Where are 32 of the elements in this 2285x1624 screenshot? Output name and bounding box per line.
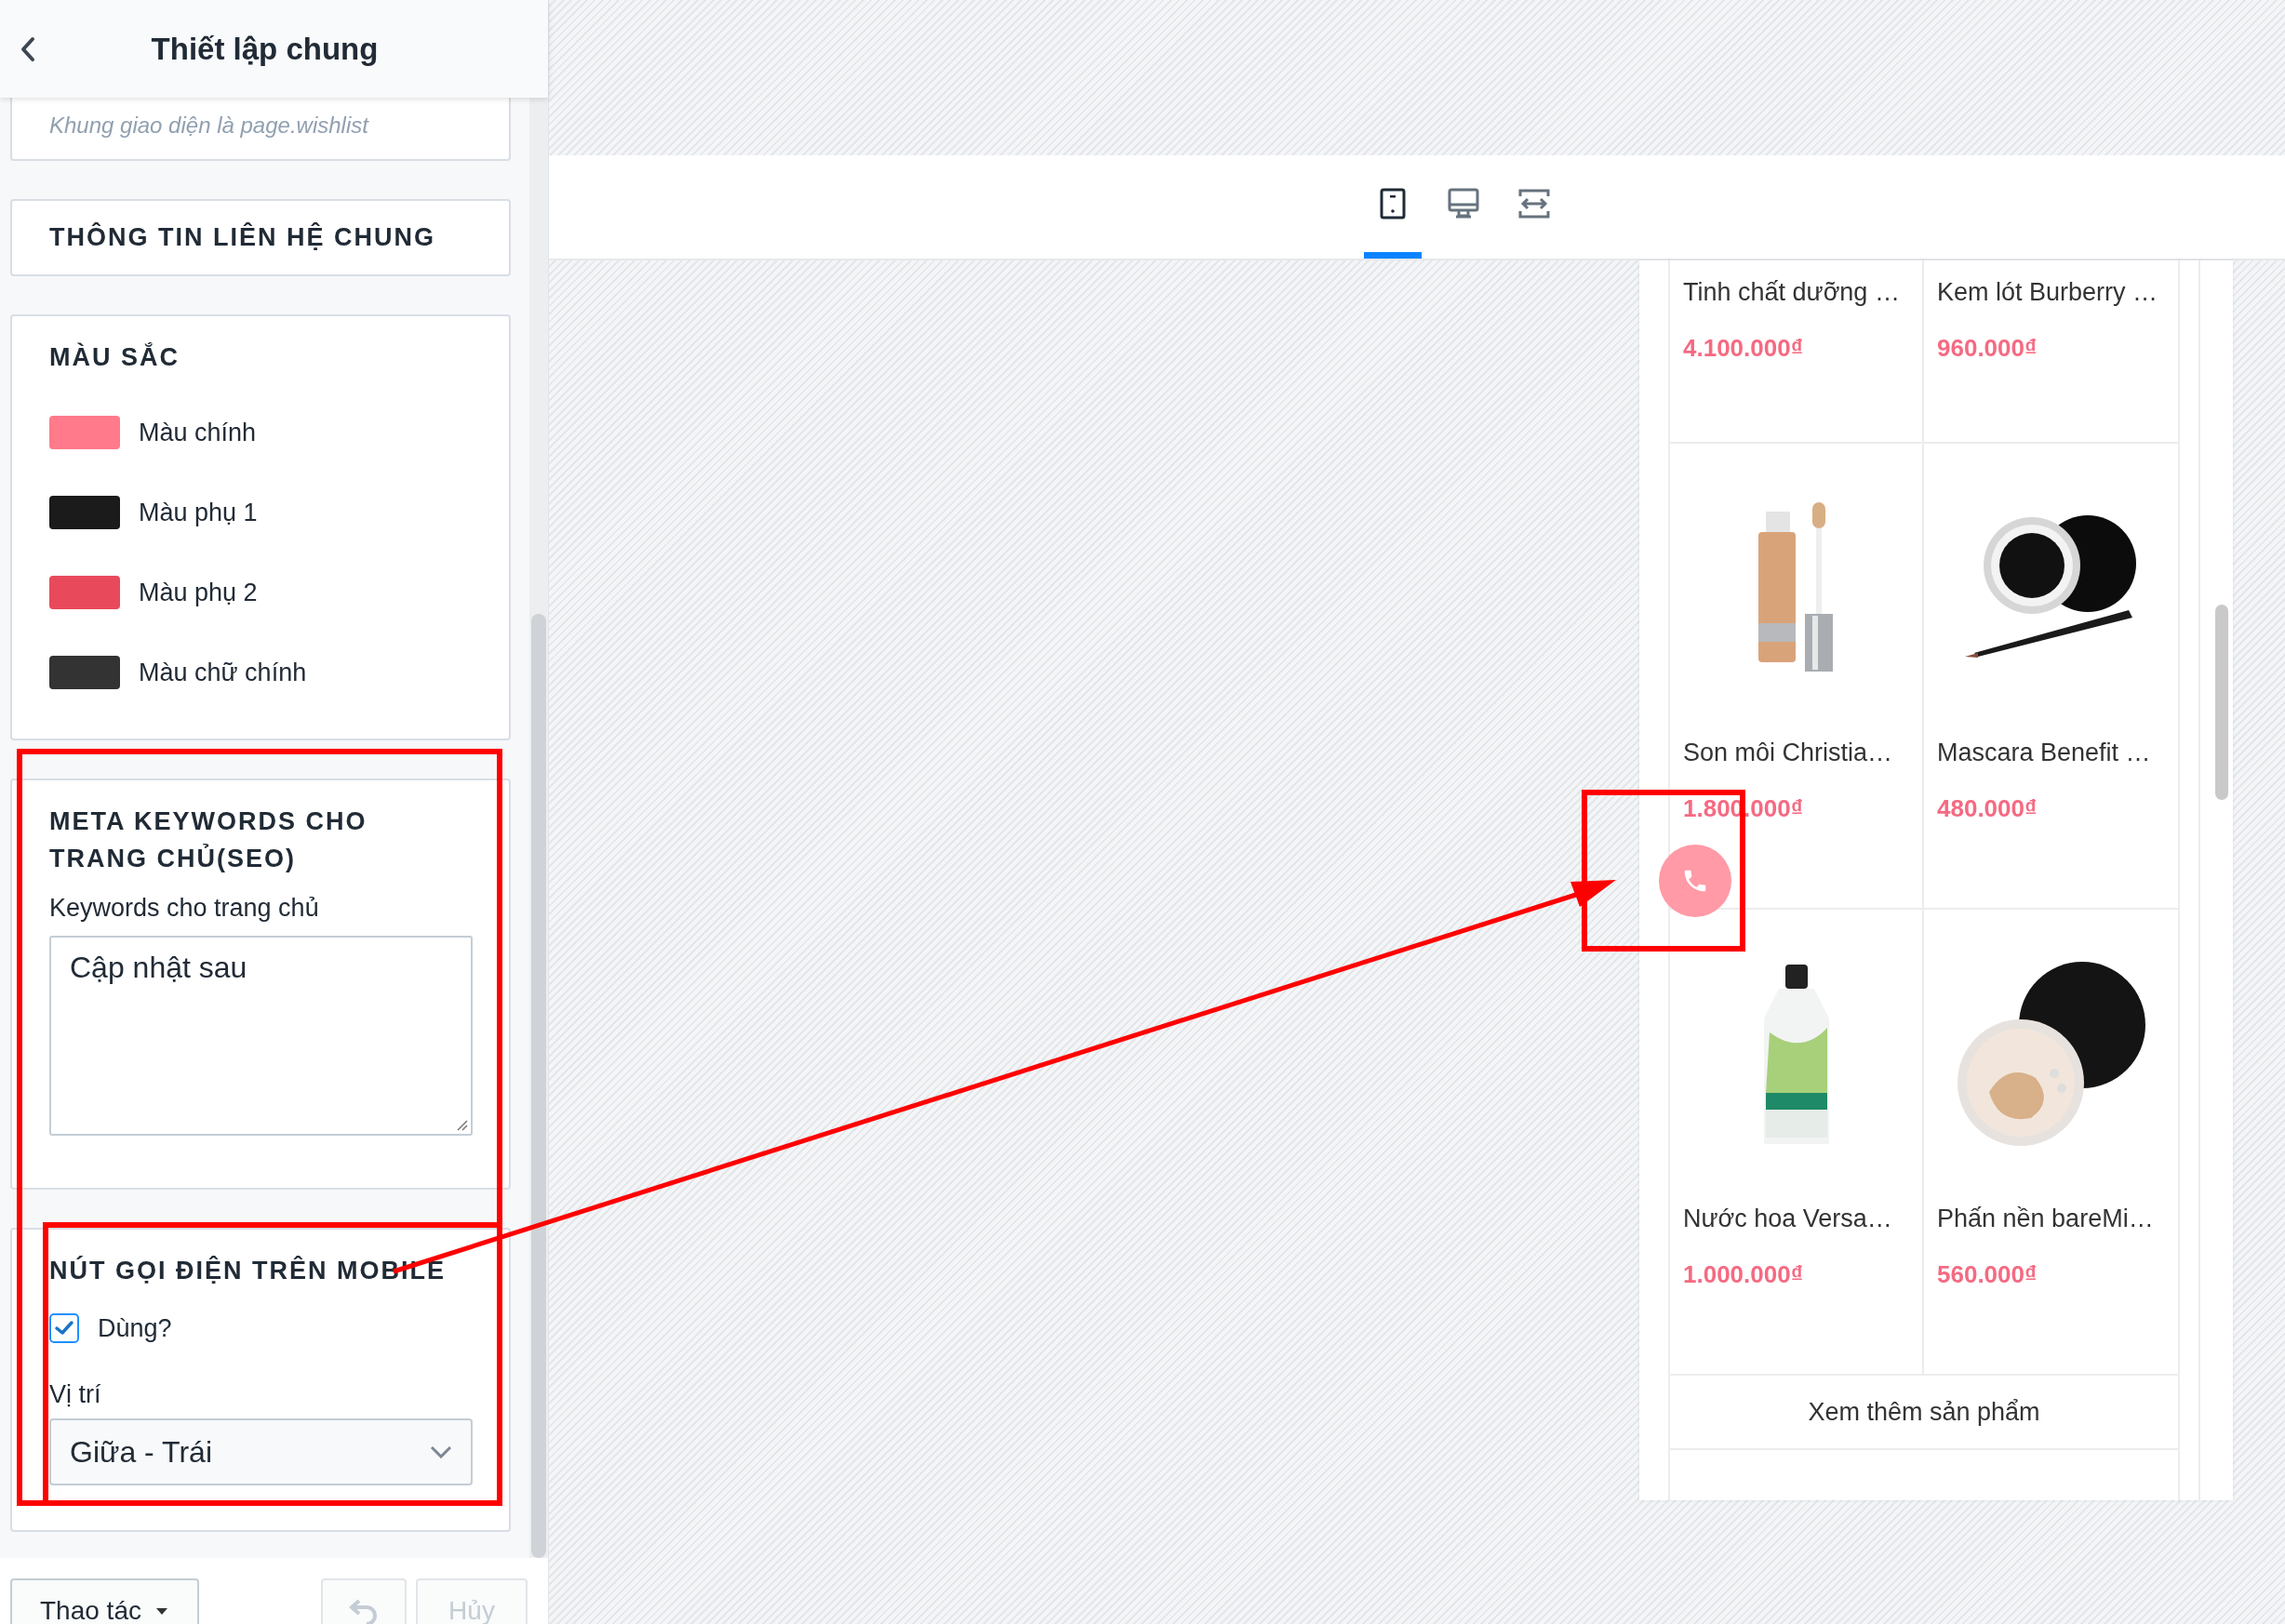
product-name: Kem lót Burberry … bbox=[1937, 277, 2159, 308]
product-price: 1.000.000₫ bbox=[1683, 1259, 1804, 1290]
actions-button[interactable]: Thao tác bbox=[10, 1578, 199, 1624]
product-card[interactable]: Mascara Benefit … 480.000₫ bbox=[1924, 444, 2178, 910]
product-name: Nước hoa Versa… bbox=[1683, 1204, 1893, 1234]
product-price: 560.000₫ bbox=[1937, 1259, 2038, 1290]
checkbox-label: Dùng? bbox=[98, 1313, 172, 1343]
product-card[interactable]: Kem lót Burberry … 960.000₫ bbox=[1924, 260, 2178, 444]
color-label: Màu phụ 1 bbox=[139, 498, 258, 527]
field-label: Vị trí bbox=[49, 1380, 102, 1409]
section-header[interactable]: THÔNG TIN LIÊN HỆ CHUNG bbox=[10, 199, 511, 276]
section-title: MÀU SẮC bbox=[49, 341, 180, 373]
keywords-field[interactable]: Cập nhật sau bbox=[49, 936, 473, 1136]
product-name: Tinh chất dưỡng … bbox=[1683, 277, 1901, 308]
color-label: Màu phụ 2 bbox=[139, 578, 258, 607]
product-price: 960.000₫ bbox=[1937, 333, 2038, 364]
product-price: 4.100.000₫ bbox=[1683, 333, 1804, 364]
panel-title: Thiết lập chung bbox=[150, 31, 380, 67]
section-title: NÚT GỌI ĐIỆN TRÊN MOBILE bbox=[49, 1255, 447, 1286]
help-text: Khung giao diện là page.wishlist bbox=[49, 113, 370, 139]
product-card[interactable]: Phấn nền bareMi… 560.000₫ bbox=[1924, 910, 2178, 1376]
product-card[interactable]: Nước hoa Versa… 1.000.000₫ bbox=[1670, 910, 1924, 1376]
section-title: META KEYWORDS CHO TRANG CHỦ(SEO) bbox=[49, 806, 368, 874]
color-label: Màu chữ chính bbox=[139, 658, 307, 687]
product-name: Phấn nền bareMi… bbox=[1937, 1204, 2155, 1234]
product-card[interactable]: Tinh chất dưỡng … 4.100.000₫ bbox=[1670, 260, 1924, 444]
product-name: Mascara Benefit … bbox=[1937, 738, 2152, 768]
field-label: Keywords cho trang chủ bbox=[49, 894, 320, 923]
product-name: Son môi Christia… bbox=[1683, 738, 1894, 768]
color-label: Màu chính bbox=[139, 418, 257, 447]
product-price: 480.000₫ bbox=[1937, 793, 2038, 824]
position-dropdown[interactable]: Giữa - Trái bbox=[49, 1418, 473, 1485]
